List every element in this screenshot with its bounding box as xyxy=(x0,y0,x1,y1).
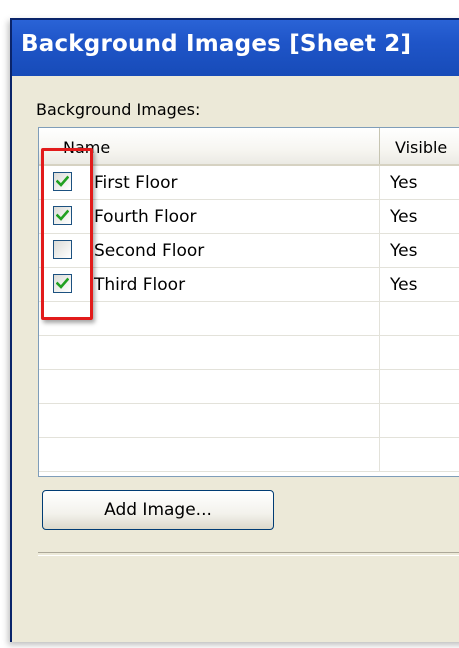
row-visible: Yes xyxy=(390,173,418,193)
cell-separator xyxy=(379,370,380,404)
column-header-visible-label: Visible xyxy=(395,138,448,157)
column-header-visible[interactable]: Visible xyxy=(380,128,459,164)
cell-separator xyxy=(379,336,380,370)
row-name: Second Floor xyxy=(94,241,205,261)
empty-row xyxy=(39,336,459,370)
list-row[interactable]: Third Floor Yes xyxy=(39,268,459,302)
title-bar[interactable]: Background Images [Sheet 2] xyxy=(12,20,459,76)
visibility-checkbox[interactable] xyxy=(53,274,72,293)
row-visible: Yes xyxy=(390,275,418,295)
list-row[interactable]: Second Floor Yes xyxy=(39,234,459,268)
column-header-name-label: Name xyxy=(63,138,111,157)
screenshot-canvas: Background Images [Sheet 2] Background I… xyxy=(0,0,459,648)
empty-row xyxy=(39,370,459,404)
background-images-list[interactable]: Name Visible First Floor Yes Fourth Floo… xyxy=(38,127,459,477)
list-header: Name Visible xyxy=(39,128,459,166)
divider xyxy=(38,552,459,556)
cell-separator xyxy=(379,200,380,234)
background-images-dialog: Background Images [Sheet 2] Background I… xyxy=(10,18,459,642)
visibility-checkbox[interactable] xyxy=(53,240,72,259)
empty-row xyxy=(39,302,459,336)
checkmark-icon xyxy=(56,209,69,221)
checkmark-icon xyxy=(56,277,69,289)
add-image-button[interactable]: Add Image... xyxy=(42,490,274,530)
background-images-label: Background Images: xyxy=(36,100,201,119)
list-row[interactable]: Fourth Floor Yes xyxy=(39,200,459,234)
row-name: Third Floor xyxy=(94,275,186,295)
empty-row xyxy=(39,438,459,472)
list-row[interactable]: First Floor Yes xyxy=(39,166,459,200)
row-name: Fourth Floor xyxy=(94,207,197,227)
visibility-checkbox[interactable] xyxy=(53,172,72,191)
cell-separator xyxy=(379,302,380,336)
row-visible: Yes xyxy=(390,241,418,261)
cell-separator xyxy=(379,166,380,200)
cell-separator xyxy=(379,234,380,268)
cell-separator xyxy=(379,404,380,438)
column-header-name[interactable]: Name xyxy=(39,128,380,164)
empty-row xyxy=(39,404,459,438)
window-title: Background Images [Sheet 2] xyxy=(21,31,412,57)
checkmark-icon xyxy=(56,175,69,187)
row-name: First Floor xyxy=(94,173,178,193)
visibility-checkbox[interactable] xyxy=(53,206,72,225)
row-visible: Yes xyxy=(390,207,418,227)
cell-separator xyxy=(379,438,380,472)
cell-separator xyxy=(379,268,380,302)
